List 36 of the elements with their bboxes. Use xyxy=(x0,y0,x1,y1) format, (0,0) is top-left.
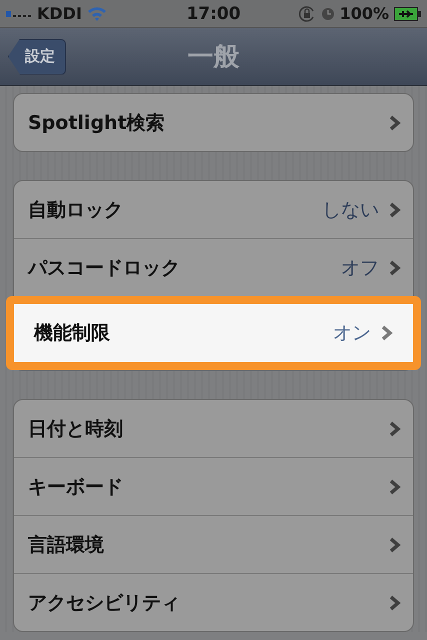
chevron-icon xyxy=(389,202,401,218)
nav-title: 一般 xyxy=(188,41,240,74)
chevron-icon xyxy=(389,420,401,436)
rotation-lock-icon xyxy=(298,4,316,22)
settings-row[interactable]: 言語環境 xyxy=(14,515,413,573)
chevron-icon xyxy=(381,325,393,341)
settings-row[interactable]: 自動ロック しない xyxy=(14,181,413,238)
row-label: キーボード xyxy=(28,474,124,500)
battery-percent: 100% xyxy=(340,4,389,23)
chevron-icon xyxy=(389,536,401,552)
back-button[interactable]: 設定 xyxy=(8,38,66,74)
row-label: 日付と時刻 xyxy=(28,416,124,442)
row-label: Spotlight検索 xyxy=(28,110,166,136)
row-label: パスコードロック xyxy=(28,256,181,280)
row-label: 自動ロック xyxy=(28,198,124,222)
settings-row[interactable]: アクセシビリティ xyxy=(14,573,413,631)
highlighted-settings-row[interactable]: 機能制限 オン xyxy=(6,296,421,370)
row-label: 言語環境 xyxy=(28,532,105,558)
chevron-icon xyxy=(389,114,401,130)
signal-icon xyxy=(6,10,32,16)
battery-icon xyxy=(394,6,421,20)
chevron-icon xyxy=(389,594,401,610)
settings-row[interactable]: Spotlight検索 xyxy=(14,94,413,151)
status-time: 17:00 xyxy=(186,4,241,24)
chevron-icon xyxy=(389,260,401,276)
row-value: オフ xyxy=(341,256,379,280)
row-label: 機能制限 xyxy=(34,321,111,346)
row-label: アクセシビリティ xyxy=(28,590,181,616)
row-value: しない xyxy=(322,198,379,222)
wifi-icon xyxy=(86,6,107,21)
chevron-icon xyxy=(389,478,401,494)
clock-icon xyxy=(320,6,335,20)
settings-row[interactable]: 日付と時刻 xyxy=(14,400,413,457)
settings-row[interactable]: キーボード xyxy=(14,457,413,515)
carrier-name: KDDI xyxy=(37,4,82,23)
row-value: オン xyxy=(333,321,371,346)
